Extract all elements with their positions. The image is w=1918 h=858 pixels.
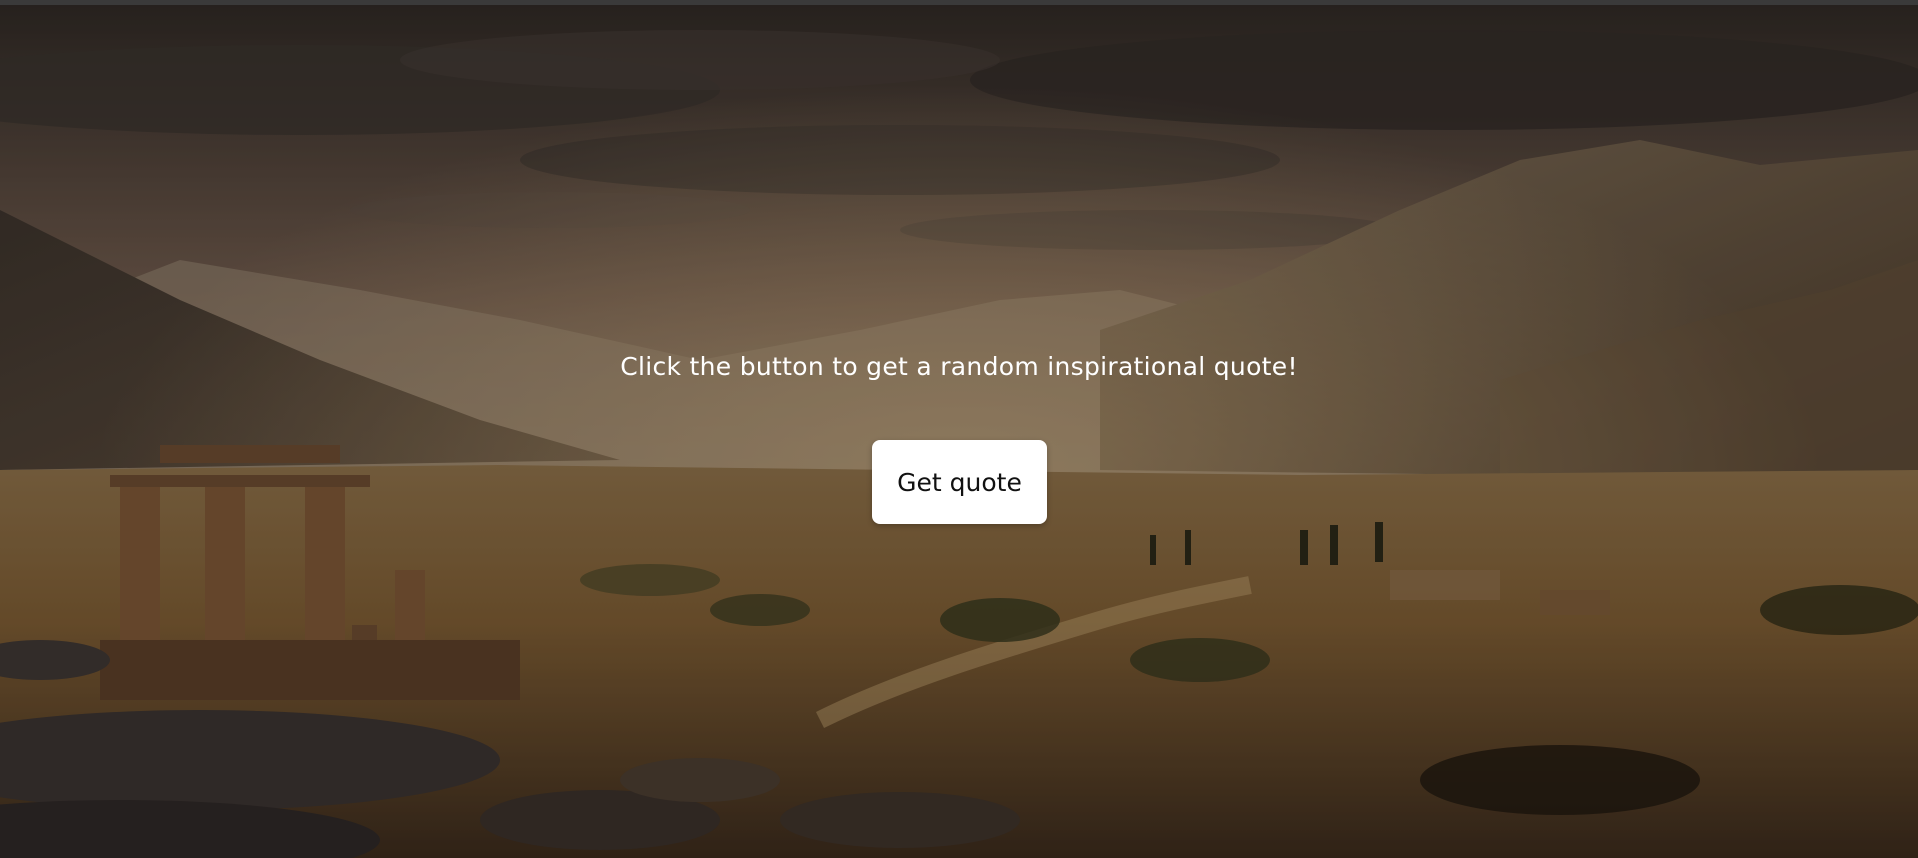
quote-prompt-text: Click the button to get a random inspira… xyxy=(620,352,1298,381)
top-bar xyxy=(0,0,1918,5)
get-quote-button[interactable]: Get quote xyxy=(872,440,1047,524)
background-overlay xyxy=(0,0,1918,858)
page: Click the button to get a random inspira… xyxy=(0,0,1918,858)
